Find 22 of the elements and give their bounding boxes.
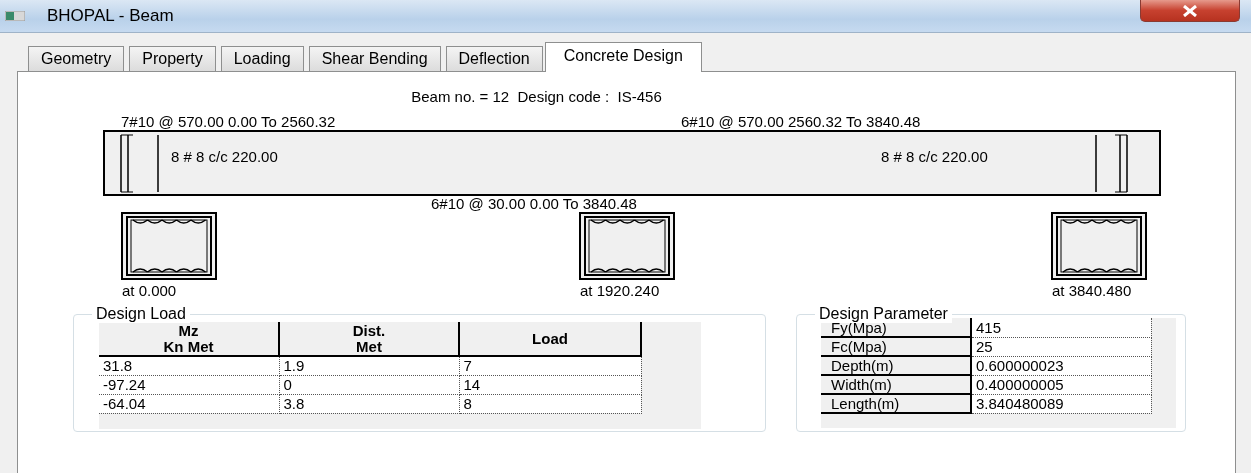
section-label: at 0.000 bbox=[122, 282, 177, 299]
tab[interactable]: Loading bbox=[220, 46, 304, 71]
group-title: Design Parameter bbox=[815, 304, 952, 323]
tab[interactable]: Property bbox=[129, 46, 216, 71]
top-bar-label: 7#10 @ 570.00 0.00 To 2560.32 bbox=[121, 113, 336, 130]
section-label: at 1920.240 bbox=[580, 282, 660, 299]
bottom-bar-label: 6#10 @ 30.00 0.00 To 3840.48 bbox=[431, 195, 637, 212]
design-header: Beam no. = 12 Design code : IS-456 bbox=[410, 88, 663, 105]
stirrup-label: 8 # 8 c/c 220.00 bbox=[171, 148, 278, 165]
group-title: Design Load bbox=[92, 304, 190, 323]
tab[interactable]: Deflection bbox=[445, 46, 543, 71]
section-label: at 3840.480 bbox=[1052, 282, 1132, 299]
top-bar-label: 6#10 @ 570.00 2560.32 To 3840.48 bbox=[681, 113, 921, 130]
tab[interactable]: Shear Bending bbox=[308, 46, 441, 71]
window-icon bbox=[5, 11, 25, 21]
close-button[interactable] bbox=[1140, 0, 1240, 22]
tab[interactable]: Concrete Design bbox=[544, 42, 702, 72]
tab[interactable]: Geometry bbox=[28, 46, 125, 71]
stirrup-label: 8 # 8 c/c 220.00 bbox=[881, 148, 988, 165]
window-title: BHOPAL - Beam bbox=[47, 5, 174, 28]
table-cell: 415 bbox=[971, 318, 1151, 337]
close-icon bbox=[1182, 4, 1198, 17]
